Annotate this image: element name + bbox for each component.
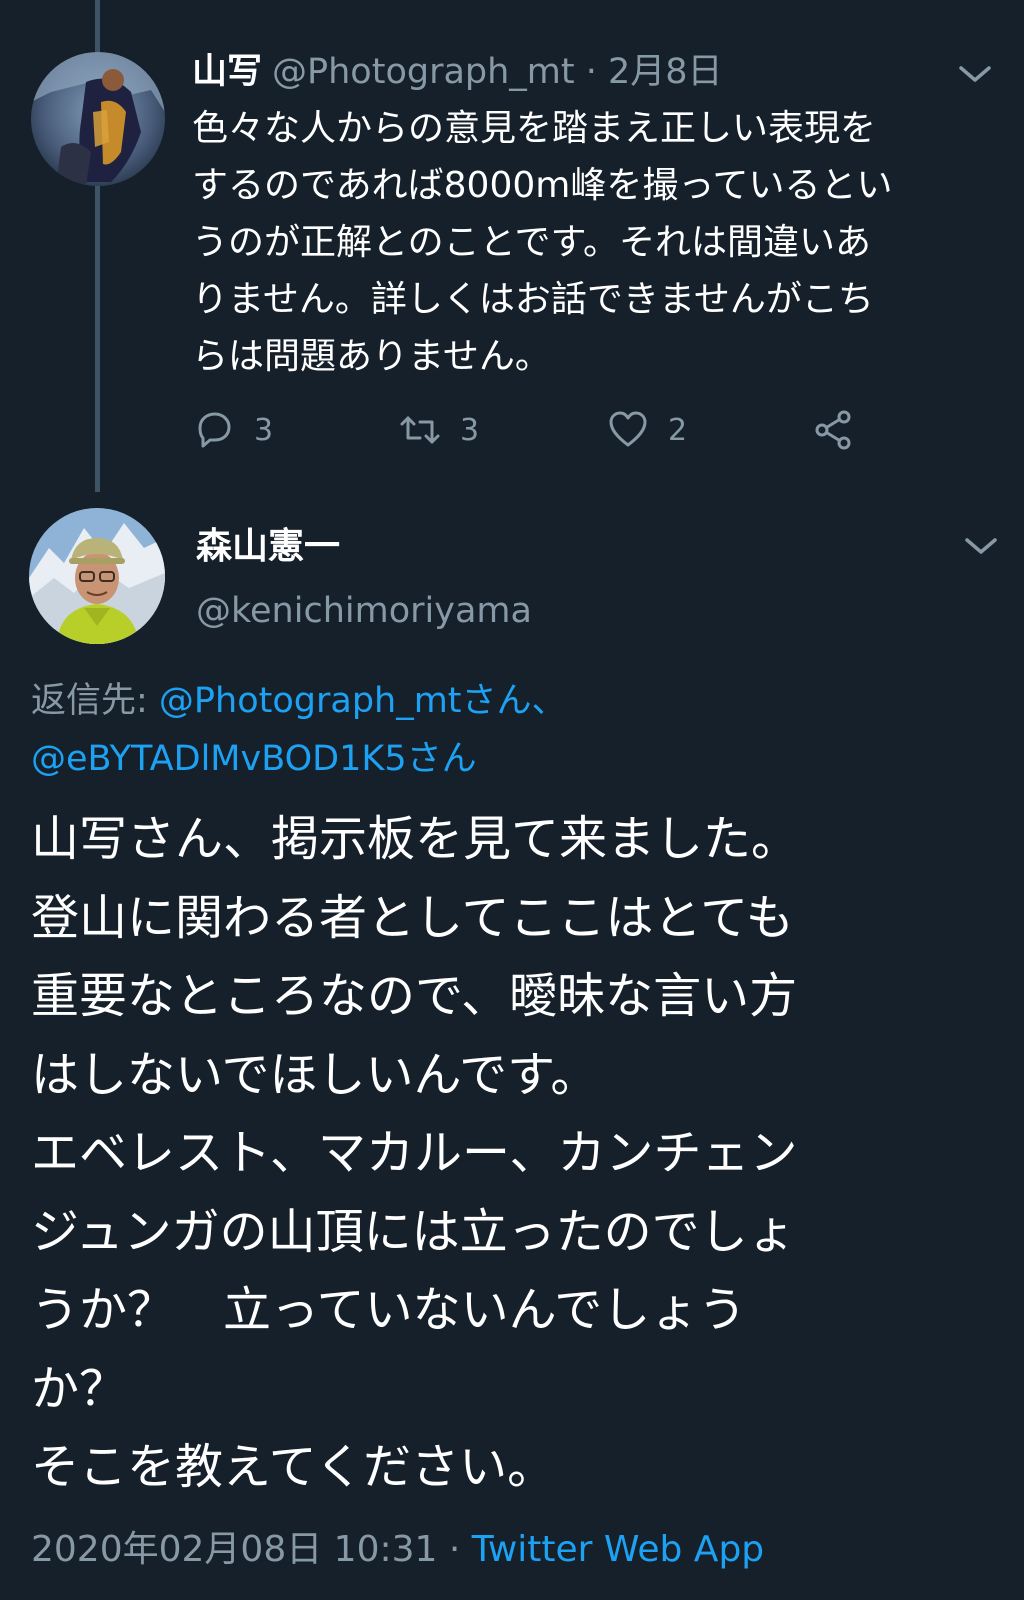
chevron-down-icon[interactable] bbox=[958, 64, 992, 84]
handle-and-date[interactable]: @Photograph_mt · 2月8日 bbox=[272, 52, 723, 92]
display-name[interactable]: 森山憲一 bbox=[196, 522, 340, 572]
replying-to: 返信先: @Photograph_mtさん、 @eBYTADlMvBOD1K5さ… bbox=[31, 672, 991, 788]
tweet-text-line: そこを教えてください。 bbox=[31, 1439, 556, 1495]
avatar[interactable] bbox=[29, 508, 165, 644]
share-button[interactable] bbox=[812, 404, 874, 456]
tweet-text-line: するのであれば8000m峰を撮っているとい bbox=[192, 165, 893, 206]
tweet-text-line: らは問題ありません。 bbox=[192, 336, 551, 377]
heart-icon bbox=[609, 411, 647, 447]
avatar-photo-person bbox=[29, 508, 165, 644]
tweet-text-line: 色々な人からの意見を踏まえ正しい表現を bbox=[192, 108, 877, 149]
tweet-text-line: ジュンガの山頂には立ったのでしょ bbox=[31, 1203, 796, 1260]
reply-icon bbox=[198, 412, 231, 448]
retweet-button[interactable]: 3 bbox=[398, 404, 479, 456]
separator: · bbox=[437, 1529, 472, 1570]
tweet-text-line: か？ bbox=[31, 1360, 128, 1417]
timestamp[interactable]: 2020年02月08日 10:31 bbox=[31, 1529, 437, 1570]
avatar[interactable] bbox=[31, 52, 165, 186]
like-count: 2 bbox=[668, 412, 688, 448]
display-name[interactable]: 山写 bbox=[192, 52, 262, 92]
tweet-text-line: エベレスト、マカルー、カンチェン bbox=[31, 1125, 798, 1181]
tweet-footer: 2020年02月08日 10:31 · Twitter Web App bbox=[31, 1524, 764, 1576]
avatar-photo-climber bbox=[31, 52, 165, 186]
tweet-text: 山写さん、掲示板を見て来ました。 登山に関わる者としてここはとても 重要なところ… bbox=[31, 800, 1006, 1507]
reply-button[interactable]: 3 bbox=[192, 404, 273, 456]
tweet-text-line: うか？ 立っていないんでしょう bbox=[31, 1282, 747, 1338]
tweet-text-line: りません。詳しくはお話できませんがこち bbox=[192, 279, 874, 320]
source-app-link[interactable]: Twitter Web App bbox=[472, 1529, 764, 1570]
mention-link[interactable]: @eBYTADlMvBOD1K5さん bbox=[31, 739, 477, 779]
reply-count: 3 bbox=[254, 412, 274, 448]
replying-to-label: 返信先: bbox=[31, 681, 159, 721]
tweet-text-line: 山写さん、掲示板を見て来ました。 bbox=[31, 811, 800, 867]
share-icon bbox=[815, 410, 851, 450]
retweet-icon bbox=[400, 416, 440, 444]
tweet-text-line: うのが正解とのことです。それは間違いあ bbox=[192, 222, 871, 263]
chevron-down-icon[interactable] bbox=[964, 536, 998, 556]
tweet-text-line: 登山に関わる者としてここはとても bbox=[31, 889, 794, 946]
retweet-count: 3 bbox=[460, 412, 480, 448]
tweet-text-line: 重要なところなので、曖昧な言い方 bbox=[31, 968, 798, 1024]
mention-link[interactable]: @Photograph_mtさん、 bbox=[159, 681, 567, 721]
tweet-text-line: はしないでほしいんです。 bbox=[31, 1046, 599, 1103]
like-button[interactable]: 2 bbox=[606, 404, 687, 456]
handle[interactable]: @kenichimoriyama bbox=[196, 586, 532, 636]
tweet-text: 色々な人からの意見を踏まえ正しい表現を するのであれば8000m峰を撮っていると… bbox=[192, 100, 992, 385]
tweet-header: 山写 @Photograph_mt · 2月8日 bbox=[192, 46, 723, 98]
